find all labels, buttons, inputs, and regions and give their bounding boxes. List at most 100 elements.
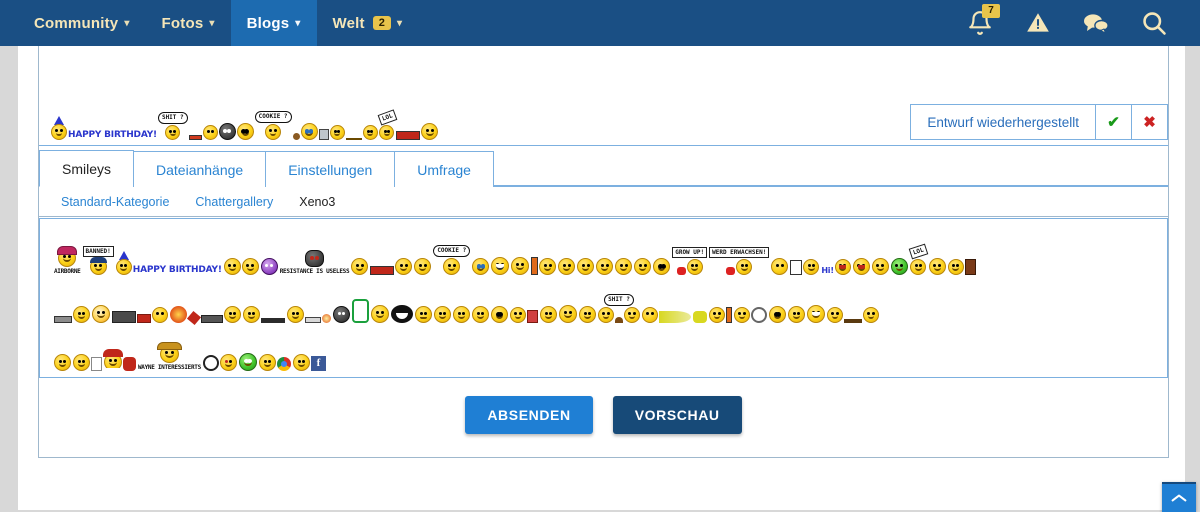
sun-smiley[interactable]	[92, 305, 110, 323]
grow-up-sign-smiley[interactable]: GROW UP!	[672, 247, 708, 275]
shit-bubble-smiley: SHIT ?	[157, 112, 188, 140]
lol-hammer-smiley[interactable]: LOL	[908, 243, 928, 275]
ninja-smiley[interactable]	[333, 306, 350, 323]
tab-umfrage[interactable]: Umfrage	[394, 151, 494, 187]
preview-button[interactable]: VORSCHAU	[612, 396, 742, 434]
sleepy-smiley[interactable]	[615, 258, 633, 275]
airborne-smiley[interactable]: AIRBORNE	[54, 246, 81, 275]
angry-point-smiley[interactable]	[434, 306, 451, 323]
facebook-love-smiley[interactable]: f	[292, 354, 326, 371]
wink-smiley[interactable]	[928, 258, 946, 275]
knife-throw-smiley[interactable]	[186, 310, 202, 326]
nav-icon-group: 7	[956, 0, 1200, 46]
nav-menu: Community ▾ Fotos ▾ Blogs ▾ Welt 2 ▾	[18, 0, 418, 46]
chrome-love-smiley[interactable]	[258, 354, 291, 371]
grin-smiley[interactable]	[414, 258, 432, 275]
cookie-bubble-smiley[interactable]: COOKIE ?	[433, 245, 471, 275]
form-actions: ABSENDEN VORSCHAU	[39, 396, 1168, 434]
nav-item-community[interactable]: Community ▾	[18, 0, 146, 46]
vomit-smiley[interactable]	[642, 307, 691, 323]
submit-button[interactable]: ABSENDEN	[465, 396, 593, 434]
notepad-smiley[interactable]	[790, 259, 820, 275]
shush-smiley[interactable]	[453, 306, 470, 323]
magnifier-smiley[interactable]	[734, 307, 767, 323]
chevron-down-icon: ▾	[397, 18, 403, 29]
smile-smiley[interactable]	[579, 306, 596, 323]
dizzy-smiley[interactable]	[558, 258, 576, 275]
popcorn-smiley[interactable]	[510, 307, 538, 323]
green-sick-smiley[interactable]	[890, 258, 908, 275]
smiley-categories: Standard-Kategorie Chattergallery Xeno3	[39, 187, 1168, 217]
nav-item-fotos[interactable]: Fotos ▾	[146, 0, 231, 46]
happy-birthday-smiley[interactable]: HAPPY BIRTHDAY!	[115, 251, 222, 275]
scared-smiley[interactable]	[351, 258, 369, 275]
tab-dateianhaenge[interactable]: Dateianhänge	[133, 151, 267, 187]
notification-bell-button[interactable]: 7	[956, 0, 1004, 46]
editor-inserted-smileys: HAPPY BIRTHDAY! SHIT ? COOKIE ? LOL	[51, 94, 439, 140]
subtab-standard-kategorie[interactable]: Standard-Kategorie	[61, 195, 169, 209]
gun-smiley[interactable]	[201, 306, 241, 323]
sick-smiley[interactable]	[577, 258, 595, 275]
reading-smiley[interactable]	[947, 259, 976, 275]
resistance-smiley[interactable]: RESISTANCE IS USELESS	[280, 250, 350, 275]
hi-smiley[interactable]: Hi!	[821, 259, 851, 275]
glasses-smiley[interactable]	[491, 306, 508, 323]
nerd-smiley[interactable]	[769, 306, 786, 323]
cheeky-smiley[interactable]	[472, 306, 489, 323]
chainsaw-smiley[interactable]	[370, 258, 413, 275]
shit-bubble-smiley[interactable]: SHIT ?	[598, 294, 640, 323]
teeth-smiley[interactable]	[491, 257, 510, 275]
subtab-chattergallery[interactable]: Chattergallery	[195, 195, 273, 209]
scroll-to-top-button[interactable]	[1162, 482, 1196, 512]
draft-accept-button[interactable]: ✔	[1095, 105, 1131, 139]
happy-smiley[interactable]	[54, 354, 71, 371]
book-smiley[interactable]	[352, 299, 369, 323]
draft-dismiss-button[interactable]: ✖	[1131, 105, 1167, 139]
pirate-smiley[interactable]	[202, 354, 237, 371]
nav-item-welt[interactable]: Welt 2 ▾	[317, 0, 419, 46]
sunglasses-smiley[interactable]	[653, 258, 671, 275]
messages-button[interactable]	[1072, 0, 1120, 46]
bazooka-smiley[interactable]	[112, 307, 168, 323]
laugh-smiley[interactable]	[596, 258, 614, 275]
monster-smiley[interactable]	[391, 305, 413, 323]
confused-smiley[interactable]	[871, 258, 889, 275]
tab-smileys[interactable]: Smileys	[39, 150, 135, 187]
nav-item-blogs[interactable]: Blogs ▾	[230, 0, 317, 46]
whistle-smiley[interactable]	[73, 354, 102, 371]
banned-sign-smiley[interactable]: BANNED!	[82, 246, 114, 275]
strong-smiley[interactable]	[371, 305, 389, 323]
tongue-smiley[interactable]	[852, 258, 870, 275]
borg-smiley[interactable]	[260, 258, 278, 275]
explosion-smiley[interactable]	[170, 306, 187, 323]
pillow-smiley[interactable]	[634, 258, 652, 275]
search-button[interactable]	[1130, 0, 1178, 46]
sniper-smiley[interactable]	[243, 306, 285, 323]
santa-smiley[interactable]	[103, 349, 136, 373]
cigarette-smiley	[188, 125, 218, 140]
bored-smiley[interactable]	[540, 306, 557, 323]
nav-item-label: Welt	[332, 14, 365, 32]
smirk-smiley[interactable]	[788, 306, 805, 323]
hands-up-smiley[interactable]	[511, 257, 530, 275]
messages-icon	[1084, 14, 1109, 34]
subtab-xeno3[interactable]: Xeno3	[299, 195, 335, 209]
big-grin-smiley[interactable]	[807, 305, 825, 323]
shrug-smiley[interactable]	[559, 305, 577, 323]
wayne-cowboy-smiley[interactable]: WAYNE INTERESSIERTS	[138, 342, 201, 371]
crying-smiley[interactable]	[472, 258, 490, 275]
werd-erwachsen-sign-smiley[interactable]: WERD ERWACHSEN!	[709, 247, 770, 275]
cheers-beer-smiley[interactable]	[223, 258, 259, 275]
thermometer-smiley[interactable]	[531, 257, 557, 275]
warning-button[interactable]	[1014, 0, 1062, 46]
match-smiley[interactable]	[287, 306, 331, 323]
slap-smiley[interactable]	[827, 307, 879, 323]
notification-count-badge: 7	[982, 4, 1000, 18]
machinegun-smiley[interactable]	[54, 306, 90, 323]
running-smiley[interactable]	[771, 258, 789, 275]
zip-mouth-smiley[interactable]	[415, 306, 432, 323]
tab-einstellungen[interactable]: Einstellungen	[265, 151, 396, 187]
spray-smiley[interactable]	[693, 311, 707, 323]
thermometer2-smiley[interactable]	[709, 307, 732, 323]
alien-smiley[interactable]	[238, 353, 257, 371]
